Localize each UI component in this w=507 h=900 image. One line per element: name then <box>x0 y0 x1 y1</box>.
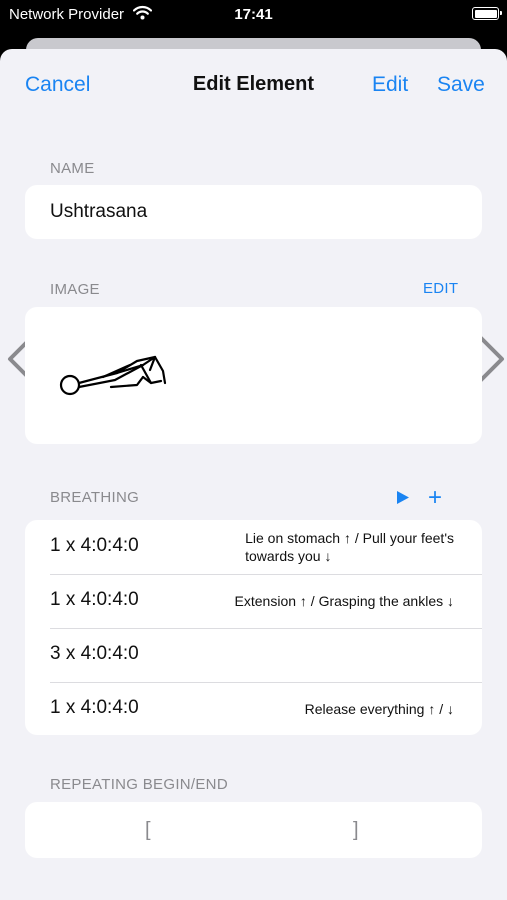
name-field[interactable]: Ushtrasana <box>25 185 482 239</box>
save-button[interactable]: Save <box>437 73 485 97</box>
breathing-description: Lie on stomach ↑ / Pull your feet's towa… <box>245 530 454 564</box>
breathing-count: 1 x 4:0:4:0 <box>50 535 139 556</box>
breathing-description: Extension ↑ / Grasping the ankles ↓ <box>234 593 454 609</box>
breathing-list: 1 x 4:0:4:0 Lie on stomach ↑ / Pull your… <box>25 520 482 735</box>
clock: 17:41 <box>234 6 273 23</box>
name-value: Ushtrasana <box>50 201 148 222</box>
breathing-row[interactable]: 3 x 4:0:4:0 <box>25 628 482 682</box>
repeating-field[interactable]: [ ] <box>25 802 482 858</box>
add-breathing-button[interactable]: + <box>428 486 442 510</box>
repeat-end-bracket[interactable]: ] <box>353 819 359 842</box>
breathing-count: 1 x 4:0:4:0 <box>50 589 139 610</box>
breathing-row[interactable]: 1 x 4:0:4:0 Release everything ↑ / ↓ <box>25 682 482 735</box>
image-section-header: IMAGE <box>50 281 100 298</box>
cancel-button[interactable]: Cancel <box>25 73 90 97</box>
image-card <box>25 307 482 444</box>
image-edit-button[interactable]: EDIT <box>423 280 458 297</box>
breathing-description: Release everything ↑ / ↓ <box>304 701 454 717</box>
name-section-header: NAME <box>50 160 95 177</box>
play-icon[interactable] <box>396 490 410 505</box>
edit-button[interactable]: Edit <box>372 73 408 97</box>
breathing-row[interactable]: 1 x 4:0:4:0 Extension ↑ / Grasping the a… <box>25 574 482 628</box>
status-bar: Network Provider 17:41 <box>0 0 507 30</box>
breathing-section-header: BREATHING <box>50 489 140 506</box>
navigation-bar: Cancel Edit Element Edit Save <box>0 49 507 119</box>
repeat-begin-bracket[interactable]: [ <box>145 819 151 842</box>
battery-icon <box>472 7 502 20</box>
breathing-count: 1 x 4:0:4:0 <box>50 697 139 718</box>
repeating-section-header: REPEATING BEGIN/END <box>50 776 228 793</box>
edit-element-sheet: Cancel Edit Element Edit Save NAME Ushtr… <box>0 49 507 900</box>
pose-figure-image <box>59 355 167 396</box>
breathing-row[interactable]: 1 x 4:0:4:0 Lie on stomach ↑ / Pull your… <box>25 520 482 574</box>
breathing-count: 3 x 4:0:4:0 <box>50 643 139 664</box>
